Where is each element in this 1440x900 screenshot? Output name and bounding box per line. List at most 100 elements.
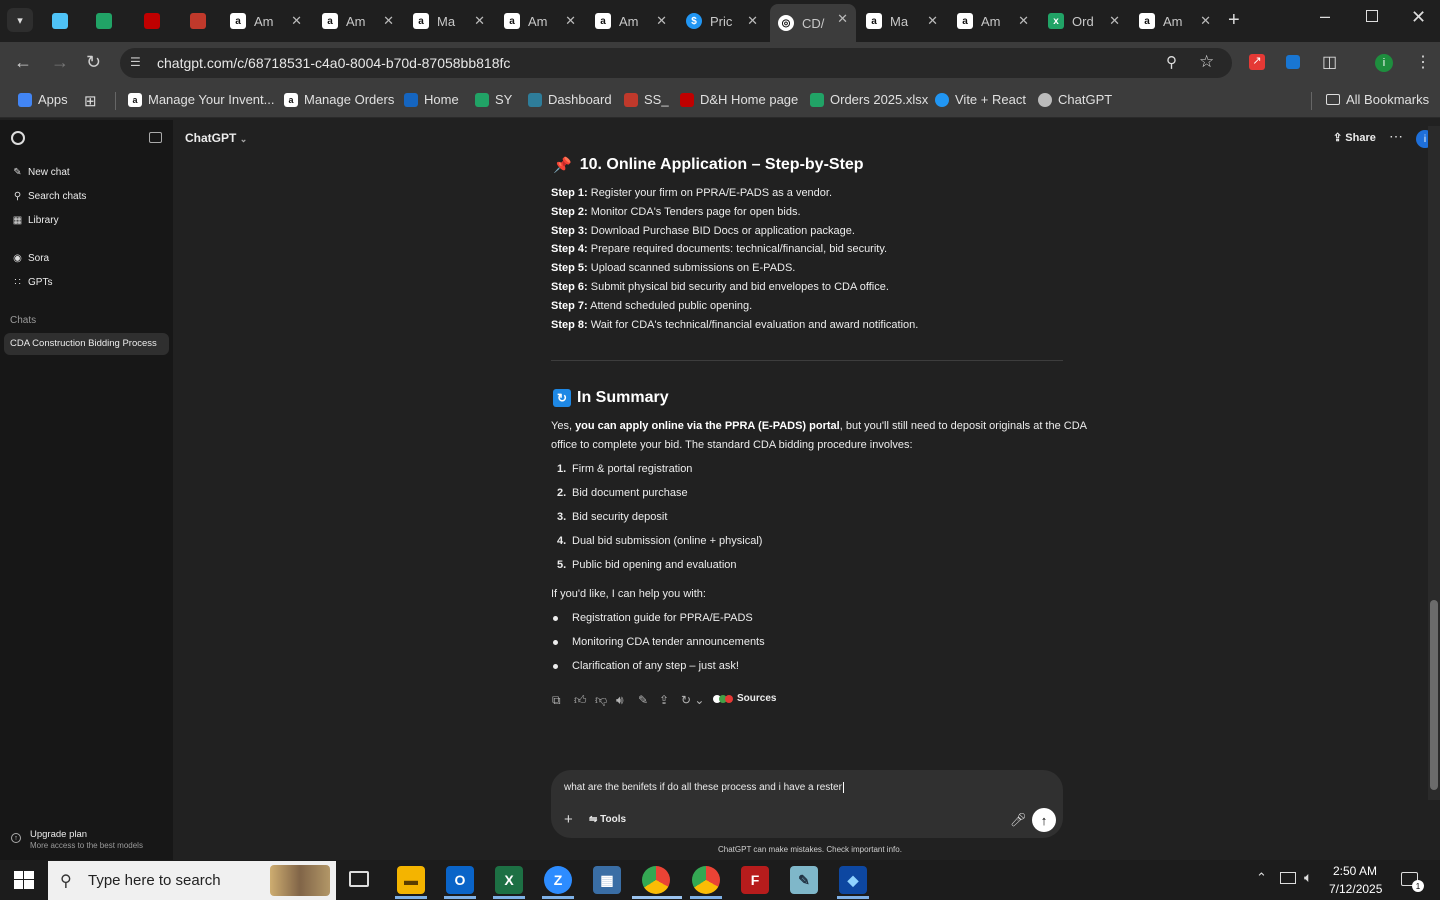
back-icon[interactable]: ← (14, 52, 32, 73)
file-explorer-icon[interactable]: ▬ (397, 866, 425, 894)
browser-tab[interactable] (136, 6, 180, 36)
browser-tab[interactable]: a Ma ✕ (858, 6, 946, 36)
extensions-puzzle-icon[interactable]: ◫ (1322, 52, 1337, 72)
minimize-button[interactable]: – (1320, 6, 1330, 27)
browser-tab[interactable]: x Ord ✕ (1040, 6, 1128, 36)
chrome-profile-icon[interactable] (692, 866, 720, 894)
close-tab-icon[interactable]: ✕ (1200, 13, 1211, 29)
browser-tab[interactable] (182, 6, 220, 36)
share-button[interactable]: ⇪ Share (1333, 131, 1376, 144)
bookmark-star-icon[interactable]: ☆ (1199, 52, 1214, 72)
outlook-icon[interactable]: O (446, 866, 474, 894)
all-bookmarks-button[interactable]: All Bookmarks (1326, 92, 1429, 107)
edit-canvas-icon[interactable]: ✎ (638, 693, 648, 707)
browser-tab[interactable]: a Am ✕ (1131, 6, 1219, 36)
site-info-icon[interactable]: ☰ (130, 55, 144, 69)
bookmark-item[interactable]: Dashboard (528, 92, 612, 107)
bookmark-item[interactable]: SY (475, 92, 512, 107)
bookmark-item[interactable]: Vite + React (935, 92, 1026, 107)
bookmark-item[interactable]: Apps (18, 92, 68, 107)
volume-icon[interactable]: 🔈︎ (1304, 869, 1312, 886)
browser-tab[interactable]: $ Pric ✕ (678, 6, 766, 36)
close-tab-icon[interactable]: ✕ (383, 13, 394, 29)
browser-tab[interactable] (44, 6, 84, 36)
excel-icon[interactable]: X (495, 866, 523, 894)
close-tab-icon[interactable]: ✕ (656, 13, 667, 29)
browser-tab[interactable]: a Am ✕ (587, 6, 675, 36)
send-button[interactable]: ↑ (1032, 808, 1056, 832)
close-tab-icon[interactable]: ✕ (1018, 13, 1029, 29)
microphone-icon[interactable]: 🎤︎ (1010, 812, 1027, 828)
restore-button[interactable] (1366, 10, 1378, 22)
bookmark-item[interactable]: a Manage Your Invent... (128, 92, 274, 107)
sources-button[interactable]: Sources (713, 693, 776, 704)
message-input[interactable]: what are the benifets if do all these pr… (564, 782, 844, 793)
close-tab-icon[interactable]: ✕ (837, 11, 848, 27)
new-chat-button[interactable]: ✎ New chat (12, 167, 69, 178)
thumbs-up-icon[interactable]: 👍︎ (574, 693, 587, 708)
bookmark-item[interactable]: ChatGPT (1038, 92, 1112, 107)
calculator-icon[interactable]: ▦ (593, 866, 621, 894)
share-response-icon[interactable]: ⇪ (659, 693, 669, 707)
forward-icon[interactable]: → (51, 52, 69, 73)
close-tab-icon[interactable]: ✕ (1109, 13, 1120, 29)
browser-tab[interactable]: a Am ✕ (496, 6, 584, 36)
close-window-button[interactable]: ✕ (1411, 7, 1426, 28)
chrome-icon[interactable] (642, 866, 670, 894)
new-tab-button[interactable]: + (1228, 9, 1240, 32)
clock-time[interactable]: 2:50 AM (1333, 864, 1377, 878)
copy-icon[interactable]: ⧉ (552, 693, 561, 708)
zoom-icon[interactable]: ⚲ (1166, 53, 1177, 71)
profile-avatar[interactable]: i (1375, 54, 1393, 72)
browser-tab[interactable]: ◎ CD/ ✕ (770, 4, 856, 42)
read-aloud-icon[interactable]: 🔊︎ (616, 693, 624, 708)
network-icon[interactable] (1280, 872, 1296, 884)
clock-date[interactable]: 7/12/2025 (1329, 882, 1382, 896)
tools-button[interactable]: ⇋ Tools (589, 814, 626, 825)
browser-tab[interactable]: a Am ✕ (949, 6, 1037, 36)
thumbs-down-icon[interactable]: 👎︎ (595, 693, 607, 708)
library-button[interactable]: ▦ Library (12, 215, 59, 226)
close-tab-icon[interactable]: ✕ (291, 13, 302, 29)
sora-button[interactable]: ◉ Sora (12, 253, 49, 264)
show-hidden-icons-icon[interactable]: ⌃ (1256, 870, 1267, 886)
browser-menu-icon[interactable]: ⋮ (1415, 52, 1431, 72)
close-tab-icon[interactable]: ✕ (747, 13, 758, 29)
close-sidebar-icon[interactable] (149, 132, 162, 143)
tab-groups-icon[interactable]: ⊞ (84, 92, 97, 110)
reload-icon[interactable]: ↻ (86, 52, 101, 73)
zoom-app-icon[interactable]: Z (544, 866, 572, 894)
task-view-icon[interactable] (349, 871, 369, 887)
taskbar-search-box[interactable]: ⚲ Type here to search (48, 861, 336, 900)
active-chat-title[interactable]: CDA Construction Bidding Process (10, 338, 157, 349)
extension-red-icon[interactable]: ↗ (1249, 54, 1265, 70)
vscode-app-icon[interactable]: ◆ (839, 866, 867, 894)
message-composer[interactable] (551, 770, 1063, 838)
openai-logo-icon[interactable] (11, 131, 25, 145)
browser-tab[interactable]: a Am ✕ (314, 6, 402, 36)
add-attachment-icon[interactable]: + (564, 811, 573, 828)
browser-tab[interactable] (88, 6, 132, 36)
tab-search-button[interactable]: ▾ (7, 8, 33, 32)
gpts-button[interactable]: ∷ GPTs (12, 277, 52, 288)
bookmark-item[interactable]: a Manage Orders (284, 92, 394, 107)
bookmark-item[interactable]: Home (404, 92, 459, 107)
notepad-app-icon[interactable]: ✎ (790, 866, 818, 894)
bookmark-item[interactable]: D&H Home page (680, 92, 798, 107)
bookmark-item[interactable]: Orders 2025.xlsx (810, 92, 928, 107)
bookmark-item[interactable]: SS_ (624, 92, 669, 107)
close-tab-icon[interactable]: ✕ (927, 13, 938, 29)
close-tab-icon[interactable]: ✕ (565, 13, 576, 29)
scrollbar-thumb[interactable] (1430, 600, 1438, 790)
upgrade-plan-button[interactable]: ↑ Upgrade plan More access to the best m… (11, 829, 143, 850)
close-tab-icon[interactable]: ✕ (474, 13, 485, 29)
regenerate-icon[interactable]: ↻ ⌄ (681, 693, 704, 707)
windows-start-icon[interactable] (14, 871, 34, 889)
browser-tab[interactable]: a Am ✕ (222, 6, 310, 36)
model-selector[interactable]: ChatGPT ⌄ (185, 131, 247, 145)
browser-tab[interactable]: a Ma ✕ (405, 6, 493, 36)
more-options-icon[interactable]: ⋯ (1389, 128, 1403, 145)
url-text[interactable]: chatgpt.com/c/68718531-c4a0-8004-b70d-87… (157, 55, 510, 71)
search-chats-button[interactable]: ⚲ Search chats (12, 191, 87, 202)
filezilla-icon[interactable]: F (741, 866, 769, 894)
